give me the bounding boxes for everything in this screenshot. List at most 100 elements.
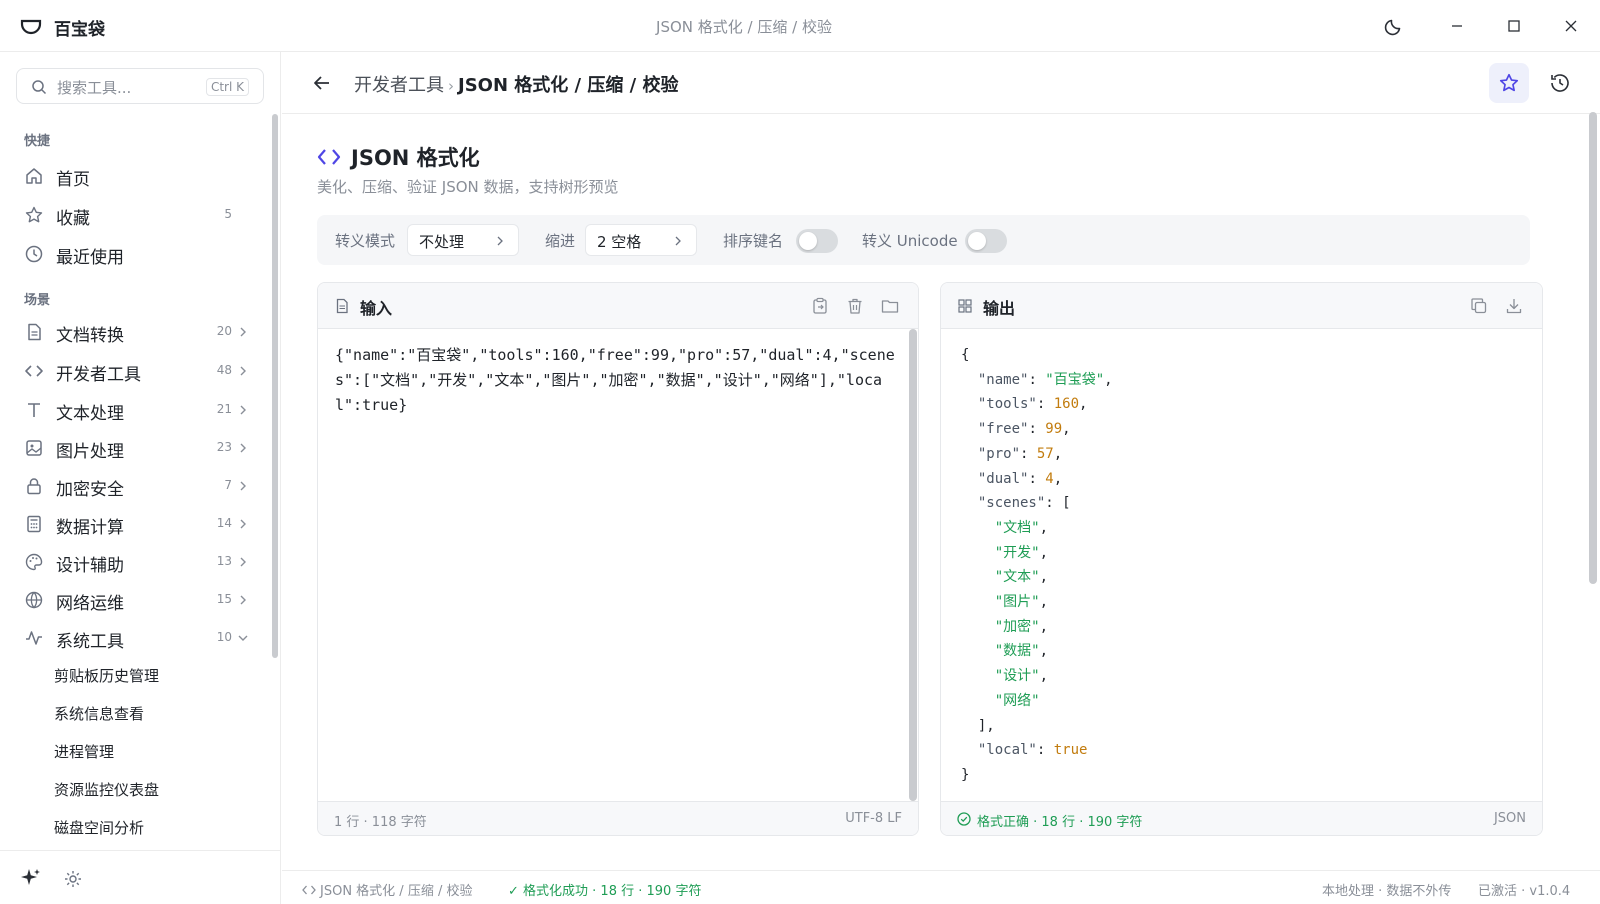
json-number-value: 57 [1036, 445, 1054, 462]
theme-toggle-button[interactable] [1382, 14, 1406, 38]
code-icon [25, 365, 43, 377]
json-string-value: "文本" [994, 569, 1040, 586]
code-line: { [961, 347, 970, 363]
sidebar-item-label: 开发者工具 [56, 365, 141, 385]
close-button[interactable] [1559, 14, 1583, 38]
breadcrumb-parent[interactable]: 开发者工具 [354, 75, 444, 96]
globe-icon [25, 591, 43, 609]
escape-mode-select[interactable]: 不处理 [407, 224, 519, 256]
paste-icon[interactable] [810, 296, 830, 316]
minimize-button[interactable] [1445, 14, 1469, 38]
json-key: "local" [977, 742, 1037, 759]
sidebar-item-design-assist[interactable]: 设计辅助 13 [16, 544, 264, 580]
sidebar-item-network-ops[interactable]: 网络运维 15 [16, 582, 264, 618]
calculator-icon [27, 515, 41, 533]
unicode-label: 转义 Unicode [862, 232, 958, 250]
back-arrow-icon[interactable] [310, 71, 334, 95]
sidebar-subitem-disk[interactable]: 磁盘空间分析 [54, 817, 144, 838]
main-header: 开发者工具 › JSON 格式化 / 压缩 / 校验 [282, 52, 1600, 114]
output-panel: 输出 { "name": "百宝袋", "tools": 160, "free"… [940, 282, 1543, 836]
chevron-right-icon [497, 236, 503, 246]
activity-icon [26, 631, 42, 645]
sidebar-item-label: 加密安全 [56, 480, 124, 500]
status-local: 本地处理 · 数据不外传 [1322, 884, 1452, 899]
search-input[interactable]: 搜索工具... Ctrl K [16, 68, 264, 104]
sidebar-item-favorites[interactable]: 收藏 5 [16, 197, 264, 233]
breadcrumb-separator: › [448, 77, 454, 95]
sidebar-item-document-convert[interactable]: 文档转换 20 [16, 314, 264, 350]
chevron-right-icon [240, 481, 246, 491]
sidebar-item-label: 收藏 [56, 209, 90, 229]
json-key: "scenes" [977, 495, 1046, 512]
folder-icon[interactable] [880, 296, 900, 316]
section-title-scenes: 场景 [24, 293, 51, 308]
favorite-button[interactable] [1489, 63, 1529, 103]
input-scrollbar[interactable] [909, 329, 917, 801]
chevron-right-icon [240, 405, 246, 415]
chevron-right-icon [240, 327, 246, 337]
count-badge: 15 [216, 592, 232, 606]
sidebar-footer [0, 850, 280, 904]
sidebar-subitem-sysinfo[interactable]: 系统信息查看 [54, 703, 144, 724]
sidebar-item-label: 文档转换 [56, 326, 124, 346]
json-string-value: "图片" [994, 594, 1040, 611]
escape-mode-label: 转义模式 [335, 232, 396, 250]
tool-title: JSON 格式化 [351, 146, 480, 170]
copy-icon[interactable] [1469, 296, 1489, 316]
json-number-value: 160 [1053, 396, 1080, 413]
page-scrollbar[interactable] [1589, 112, 1597, 584]
count-badge: 23 [216, 440, 232, 454]
sidebar-subitem-clipboard[interactable]: 剪贴板历史管理 [54, 665, 159, 686]
sidebar-subitem-process[interactable]: 进程管理 [54, 741, 114, 762]
image-icon [26, 440, 42, 456]
grid-icon [958, 299, 972, 313]
clock-icon [25, 245, 43, 263]
sidebar-item-developer-tools[interactable]: 开发者工具 48 [16, 353, 264, 389]
chevron-right-icon [240, 443, 246, 453]
json-key: "tools" [977, 396, 1037, 413]
json-string-value: "设计" [994, 668, 1040, 685]
status-bar: JSON 格式化 / 压缩 / 校验 ✓ 格式化成功 · 18 行 · 190 … [282, 870, 1600, 904]
tool-description: 美化、压缩、验证 JSON 数据，支持树形预览 [317, 178, 619, 196]
search-shortcut: Ctrl K [205, 78, 249, 96]
json-input-textarea[interactable]: {"name":"百宝袋","tools":160,"free":99,"pro… [335, 343, 897, 418]
sidebar-item-home[interactable]: 首页 [16, 158, 264, 194]
json-boolean-value: true [1053, 742, 1088, 759]
json-output-view: { "name": "百宝袋", "tools": 160, "free": 9… [961, 347, 1113, 783]
count-badge: 13 [216, 554, 232, 568]
star-icon [25, 206, 43, 223]
count-badge: 7 [224, 478, 232, 492]
chevron-down-icon [238, 635, 248, 641]
sidebar-item-system-tools[interactable]: 系统工具 10 [16, 620, 264, 656]
sidebar-item-label: 网络运维 [56, 594, 124, 614]
sidebar-scrollbar[interactable] [272, 114, 278, 658]
sidebar-item-encryption[interactable]: 加密安全 7 [16, 468, 264, 504]
sidebar-item-data-calc[interactable]: 数据计算 14 [16, 506, 264, 542]
sidebar: 搜索工具... Ctrl K 快捷 首页 收藏 5 最近使用 场景 文档转换 2… [0, 52, 281, 904]
count-badge: 14 [216, 516, 232, 530]
maximize-button[interactable] [1502, 14, 1526, 38]
sort-keys-toggle[interactable] [796, 229, 838, 253]
json-string-value: "数据" [994, 643, 1040, 660]
code-icon [317, 149, 341, 165]
unicode-toggle[interactable] [965, 229, 1007, 253]
chevron-right-icon [675, 236, 681, 246]
trash-icon[interactable] [845, 296, 865, 316]
chevron-right-icon [240, 595, 246, 605]
status-tool: JSON 格式化 / 压缩 / 校验 [302, 880, 472, 899]
history-icon[interactable] [1548, 71, 1572, 95]
sidebar-item-image-processing[interactable]: 图片处理 23 [16, 430, 264, 466]
indent-select[interactable]: 2 空格 [585, 224, 697, 256]
chevron-right-icon [240, 366, 246, 376]
sidebar-subitem-monitor[interactable]: 资源监控仪表盘 [54, 779, 159, 800]
close-icon [1565, 20, 1577, 32]
sidebar-item-label: 设计辅助 [56, 556, 124, 576]
download-icon[interactable] [1504, 296, 1524, 316]
sidebar-item-text-processing[interactable]: 文本处理 21 [16, 392, 264, 428]
sidebar-item-label: 数据计算 [56, 518, 124, 538]
chevron-right-icon [240, 557, 246, 567]
sidebar-item-recent[interactable]: 最近使用 [16, 236, 264, 272]
gear-icon[interactable] [63, 869, 83, 889]
document-icon [28, 323, 41, 341]
sparkle-icon[interactable] [20, 867, 42, 889]
